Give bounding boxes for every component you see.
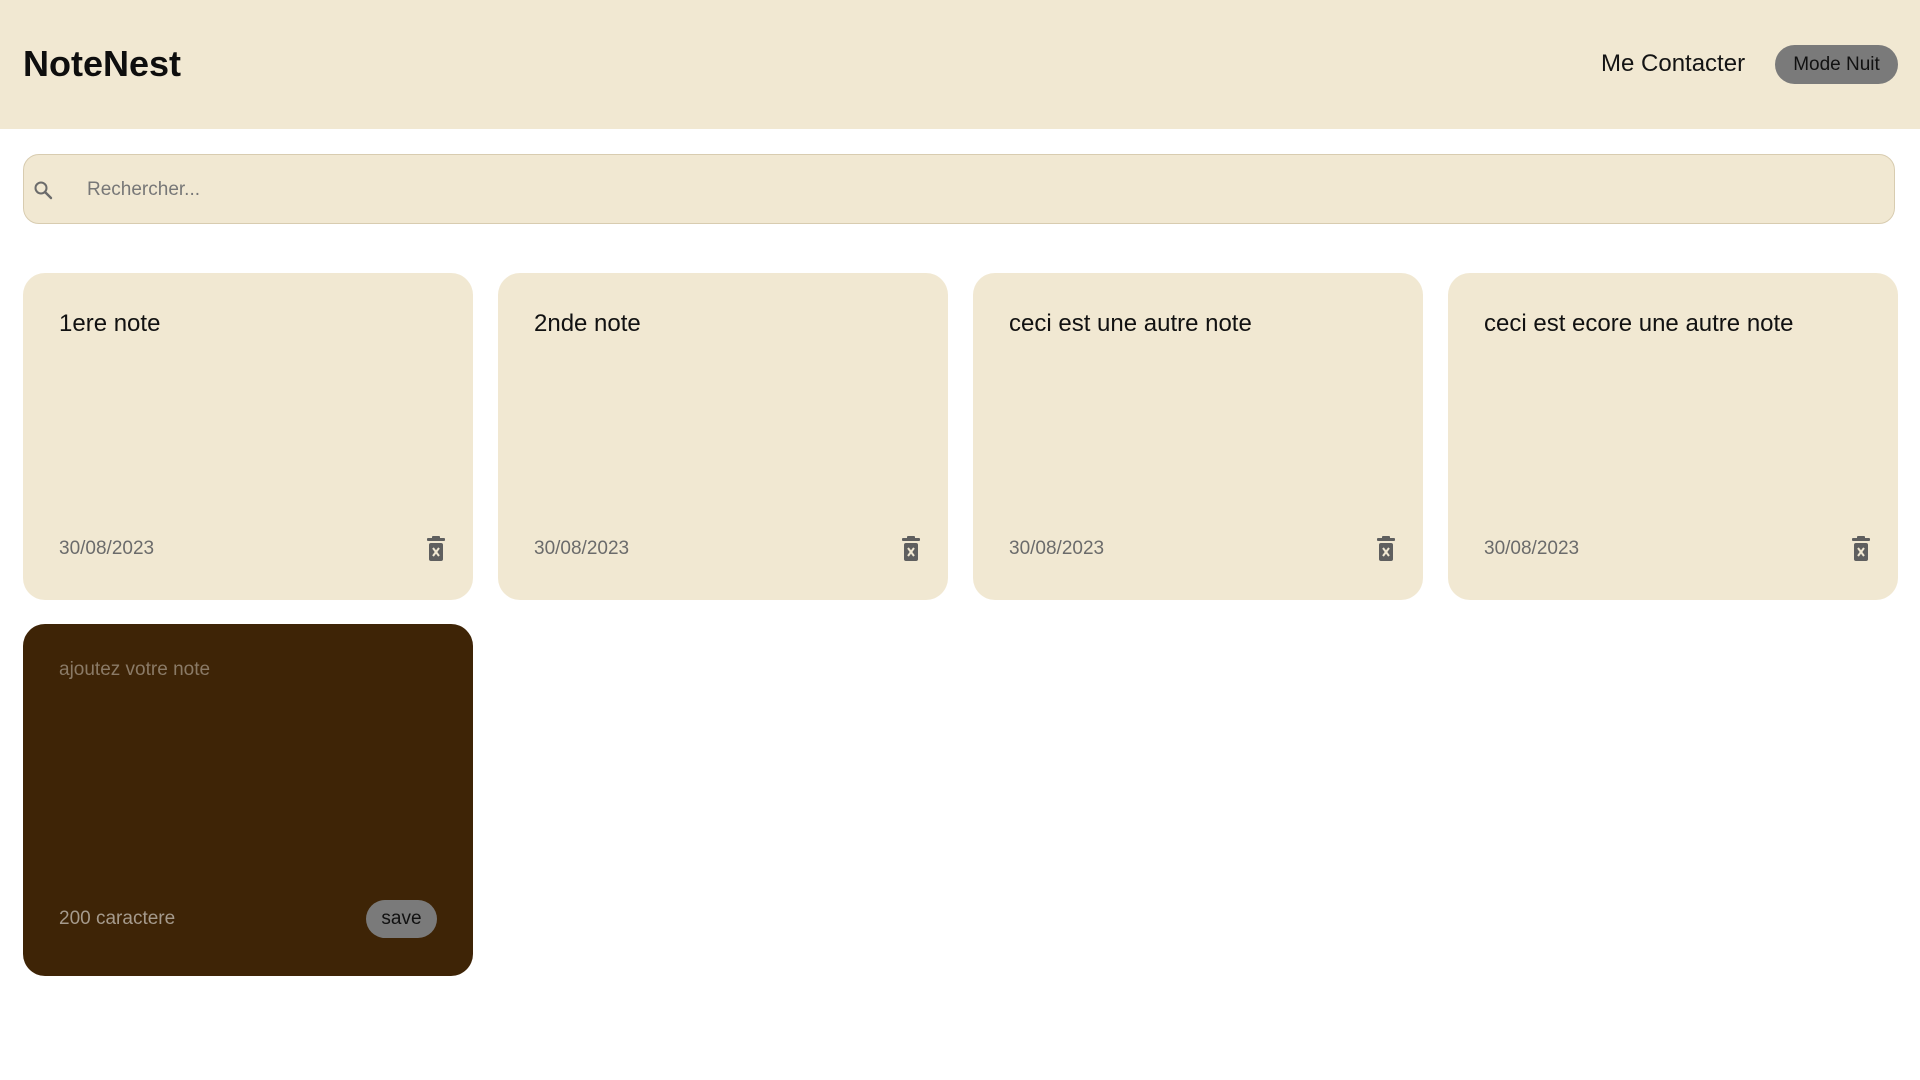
new-note-card: 200 caractere save <box>23 624 473 976</box>
char-count: 200 caractere <box>59 908 176 929</box>
note-text: 2nde note <box>534 310 641 337</box>
save-button[interactable]: save <box>366 900 437 938</box>
search-input[interactable] <box>85 169 1869 211</box>
note-card[interactable]: 1ere note 30/08/2023 <box>23 273 473 600</box>
note-text: ceci est une autre note <box>1009 310 1252 337</box>
note-text: 1ere note <box>59 310 161 337</box>
new-note-input[interactable] <box>59 658 439 838</box>
night-mode-button[interactable]: Mode Nuit <box>1775 45 1898 84</box>
note-date: 30/08/2023 <box>1009 538 1105 559</box>
trash-icon[interactable] <box>1848 535 1874 563</box>
trash-icon[interactable] <box>1373 535 1399 563</box>
note-card[interactable]: ceci est une autre note 30/08/2023 <box>973 273 1423 600</box>
note-date: 30/08/2023 <box>534 538 630 559</box>
trash-icon[interactable] <box>898 535 924 563</box>
note-card[interactable]: ceci est ecore une autre note 30/08/2023 <box>1448 273 1898 600</box>
note-text: ceci est ecore une autre note <box>1484 310 1794 337</box>
app-logo: NoteNest <box>23 43 182 84</box>
trash-icon[interactable] <box>423 535 449 563</box>
search-bar[interactable] <box>23 154 1895 224</box>
note-date: 30/08/2023 <box>1484 538 1580 559</box>
contact-link[interactable]: Me Contacter <box>1601 49 1745 79</box>
note-card[interactable]: 2nde note 30/08/2023 <box>498 273 948 600</box>
search-icon <box>33 180 53 200</box>
note-date: 30/08/2023 <box>59 538 155 559</box>
app-header: NoteNest Me Contacter Mode Nuit <box>0 0 1920 129</box>
